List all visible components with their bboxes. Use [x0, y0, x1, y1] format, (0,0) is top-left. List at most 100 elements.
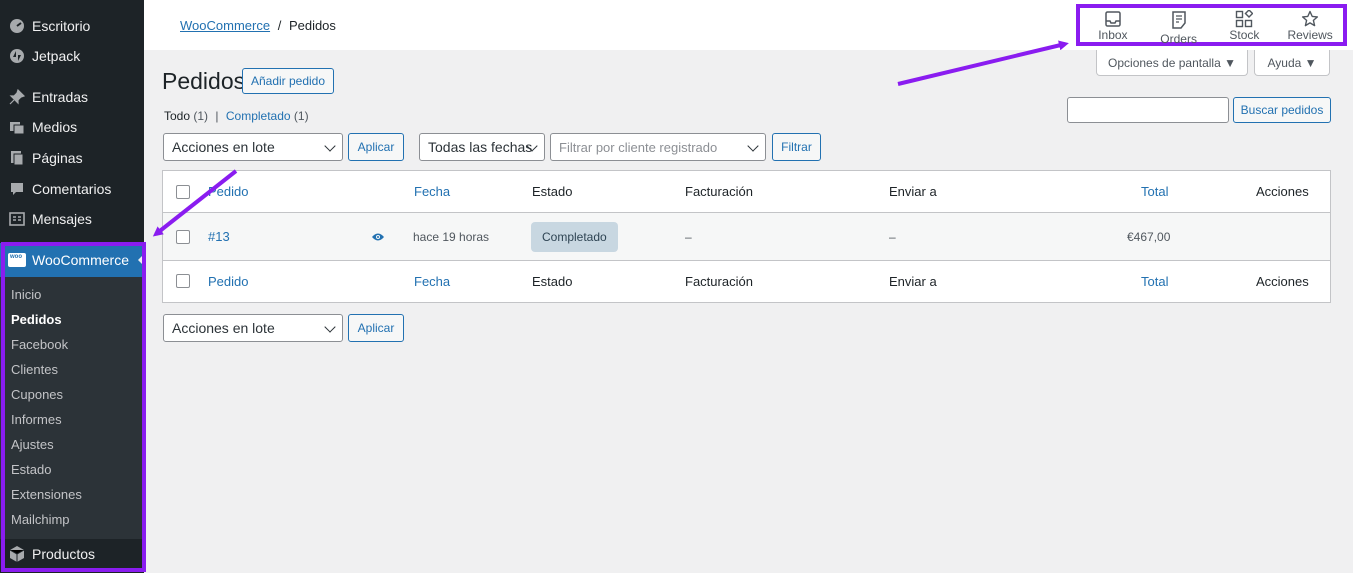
- column-actions: Acciones: [1256, 184, 1309, 199]
- current-menu-caret: [138, 254, 144, 266]
- apply-button-top[interactable]: Aplicar: [348, 133, 404, 161]
- menu-label: Productos: [32, 546, 96, 562]
- menu-label: Comentarios: [32, 181, 112, 197]
- menu-medios[interactable]: Medios: [0, 112, 144, 142]
- menu-productos[interactable]: Productos: [0, 539, 144, 569]
- search-orders-input[interactable]: [1067, 97, 1229, 123]
- submenu-ajustes[interactable]: Ajustes: [11, 437, 54, 452]
- screen-options-button[interactable]: Opciones de pantalla ▼: [1096, 50, 1248, 76]
- column-date-footer[interactable]: Fecha: [414, 261, 450, 302]
- media-icon: [8, 118, 26, 136]
- submenu-informes[interactable]: Informes: [11, 412, 62, 427]
- billing-address: –: [685, 229, 692, 244]
- column-order[interactable]: Pedido: [208, 171, 248, 212]
- menu-label: Mensajes: [32, 211, 92, 227]
- menu-jetpack[interactable]: Jetpack: [0, 41, 144, 71]
- submenu-pedidos[interactable]: Pedidos: [11, 312, 62, 327]
- shipping-address: –: [889, 229, 896, 244]
- add-order-button[interactable]: Añadir pedido: [242, 68, 334, 94]
- messages-icon: [8, 210, 26, 228]
- filter-all[interactable]: Todo: [164, 109, 190, 123]
- column-order-footer[interactable]: Pedido: [208, 261, 248, 302]
- apply-button-bottom[interactable]: Aplicar: [348, 314, 404, 342]
- woocommerce-header: WooCommerce / Pedidos Inbox Orders Stock…: [144, 0, 1353, 50]
- menu-paginas[interactable]: Páginas: [0, 143, 144, 173]
- activity-orders[interactable]: Orders: [1146, 8, 1212, 46]
- search-orders-button[interactable]: Buscar pedidos: [1233, 97, 1331, 123]
- column-billing-footer: Facturación: [685, 274, 753, 289]
- activity-inbox[interactable]: Inbox: [1080, 8, 1146, 42]
- woocommerce-icon: [8, 253, 26, 267]
- activity-reviews[interactable]: Reviews: [1277, 8, 1343, 42]
- bulk-actions-value: Acciones en lote: [172, 320, 275, 336]
- help-button[interactable]: Ayuda ▼: [1254, 50, 1330, 76]
- row-checkbox[interactable]: [176, 230, 190, 244]
- order-number-link[interactable]: #13: [208, 213, 230, 260]
- admin-sidebar: Escritorio Jetpack Entradas Medios Págin…: [0, 0, 144, 573]
- order-total: €467,00: [1127, 229, 1171, 244]
- pin-icon: [8, 88, 26, 106]
- breadcrumb-current: Pedidos: [288, 18, 336, 33]
- table-row[interactable]: #13 hace 19 horas Completado – – €467,00: [163, 213, 1330, 261]
- column-status-footer: Estado: [532, 274, 573, 289]
- menu-label: Jetpack: [32, 48, 81, 64]
- chevron-down-icon: [324, 140, 336, 152]
- submenu-clientes[interactable]: Clientes: [11, 362, 58, 377]
- eye-icon[interactable]: [371, 213, 385, 260]
- activity-label: Reviews: [1287, 28, 1333, 42]
- customer-filter-placeholder: Filtrar por cliente registrado: [559, 139, 718, 155]
- chevron-down-icon: [747, 140, 759, 152]
- activity-panel: Inbox Orders Stock Reviews: [1076, 4, 1347, 46]
- status-filters: Todo (1) | Completado (1): [164, 109, 309, 123]
- stock-icon: [1234, 10, 1254, 28]
- column-status: Estado: [532, 184, 573, 199]
- menu-mensajes[interactable]: Mensajes: [0, 204, 144, 234]
- arrow-to-activity-panel: [897, 40, 1069, 86]
- jetpack-icon: [8, 47, 26, 65]
- date-filter-select[interactable]: Todas las fechas: [419, 133, 545, 161]
- dashboard-icon: [8, 17, 26, 35]
- activity-label: Stock: [1229, 28, 1260, 42]
- select-all-checkbox-footer[interactable]: [176, 274, 190, 288]
- orders-table: Pedido Fecha Estado Facturación Enviar a…: [162, 170, 1331, 303]
- column-ship-to: Enviar a: [889, 184, 937, 199]
- column-ship-to-footer: Enviar a: [889, 274, 937, 289]
- submenu-mailchimp[interactable]: Mailchimp: [11, 512, 70, 527]
- submenu-facebook[interactable]: Facebook: [11, 337, 68, 352]
- breadcrumb-separator: /: [277, 18, 282, 33]
- filter-button[interactable]: Filtrar: [772, 133, 821, 161]
- activity-label: Inbox: [1098, 28, 1128, 42]
- menu-label: Escritorio: [32, 18, 91, 34]
- submenu-estado[interactable]: Estado: [11, 462, 51, 477]
- menu-label: Páginas: [32, 150, 83, 166]
- submenu-cupones[interactable]: Cupones: [11, 387, 63, 402]
- date-filter-value: Todas las fechas: [428, 139, 533, 155]
- submenu-extensiones[interactable]: Extensiones: [11, 487, 82, 502]
- column-total[interactable]: Total: [1141, 171, 1168, 212]
- breadcrumb-link-woocommerce[interactable]: WooCommerce: [180, 18, 270, 33]
- menu-escritorio[interactable]: Escritorio: [0, 11, 144, 41]
- filter-completed-count: (1): [293, 109, 309, 123]
- order-date: hace 19 horas: [413, 229, 490, 244]
- menu-woocommerce[interactable]: WooCommerce: [0, 243, 144, 277]
- breadcrumb: WooCommerce / Pedidos: [180, 18, 336, 33]
- bulk-actions-select-bottom[interactable]: Acciones en lote: [163, 314, 343, 342]
- pages-icon: [8, 149, 26, 167]
- products-icon: [8, 545, 26, 563]
- activity-stock[interactable]: Stock: [1212, 8, 1278, 42]
- column-billing: Facturación: [685, 184, 753, 199]
- page-title: Pedidos: [162, 68, 246, 94]
- submenu-inicio[interactable]: Inicio: [11, 287, 41, 302]
- menu-entradas[interactable]: Entradas: [0, 82, 144, 112]
- filter-all-count: (1): [193, 109, 209, 123]
- column-date[interactable]: Fecha: [414, 171, 450, 212]
- bulk-actions-select-top[interactable]: Acciones en lote: [163, 133, 343, 161]
- star-icon: [1300, 10, 1320, 28]
- filter-completed[interactable]: Completado: [226, 109, 291, 123]
- column-total-footer[interactable]: Total: [1141, 261, 1168, 302]
- table-footer-row: Pedido Fecha Estado Facturación Enviar a…: [163, 261, 1330, 302]
- select-all-checkbox[interactable]: [176, 185, 190, 199]
- menu-comentarios[interactable]: Comentarios: [0, 174, 144, 204]
- customer-filter-select[interactable]: Filtrar por cliente registrado: [550, 133, 766, 161]
- inbox-icon: [1103, 10, 1123, 28]
